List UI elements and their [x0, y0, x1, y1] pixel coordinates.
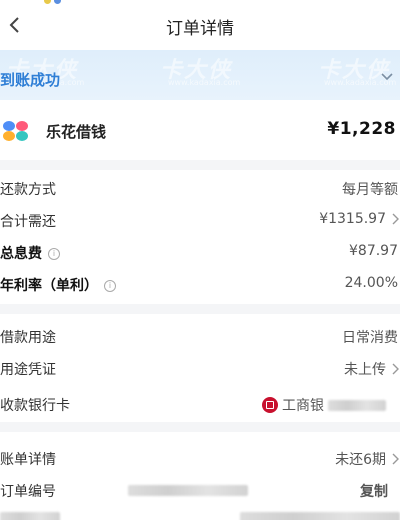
product-logo-icon [3, 121, 28, 141]
bill-section: 账单详情 未还6期 订单编号 复制 [0, 432, 400, 520]
row-repay-method: 还款方式 每月等额 [0, 182, 398, 198]
chevron-right-icon [392, 363, 399, 375]
row-voucher[interactable]: 用途凭证 未上传 [0, 350, 400, 386]
status-banner[interactable]: 卡大侠 www.kadaxia.com 卡大侠 www.kadaxia.com … [0, 50, 400, 100]
loan-amount: ¥1,228 [327, 119, 396, 139]
row-bank-card[interactable]: 收款银行卡 工商银 [0, 386, 400, 422]
app-logo-peek [44, 0, 64, 4]
watermark-url: www.kadaxia.com [168, 78, 241, 87]
row-total-interest: 总息费 i ¥87.97 [0, 243, 398, 262]
bank-logo-icon [262, 397, 278, 413]
row-total-due[interactable]: 合计需还 ¥1315.97 [0, 202, 400, 238]
info-icon[interactable]: i [48, 248, 60, 260]
page-title: 订单详情 [166, 19, 234, 39]
chevron-down-icon[interactable] [380, 69, 394, 83]
product-card: 乐花借钱 ¥1,228 [0, 100, 400, 160]
status-text: 到账成功 [0, 71, 61, 89]
row-purpose: 借款用途 日常消费 [0, 330, 398, 346]
repayment-section: 还款方式 每月等额 合计需还 ¥1315.97 总息费 i ¥87.97 年利率（… [0, 170, 400, 304]
masked-order-number [128, 485, 248, 496]
masked-card-number [328, 399, 386, 411]
info-icon[interactable]: i [104, 280, 116, 292]
top-bar: 订单详情 [0, 0, 400, 50]
row-annual-rate: 年利率（单利） i 24.00% [0, 275, 398, 294]
loan-info-section: 借款用途 日常消费 用途凭证 未上传 收款银行卡 工商银 [0, 314, 400, 422]
row-order-no: 订单编号 复制 [0, 472, 400, 508]
bank-name: 工商银 [282, 398, 324, 414]
row-cut-off [0, 508, 400, 520]
chevron-right-icon [392, 213, 399, 225]
product-name: 乐花借钱 [46, 123, 107, 141]
chevron-right-icon [392, 453, 399, 465]
row-bill-detail[interactable]: 账单详情 未还6期 [0, 440, 400, 476]
copy-button[interactable]: 复制 [360, 481, 388, 501]
